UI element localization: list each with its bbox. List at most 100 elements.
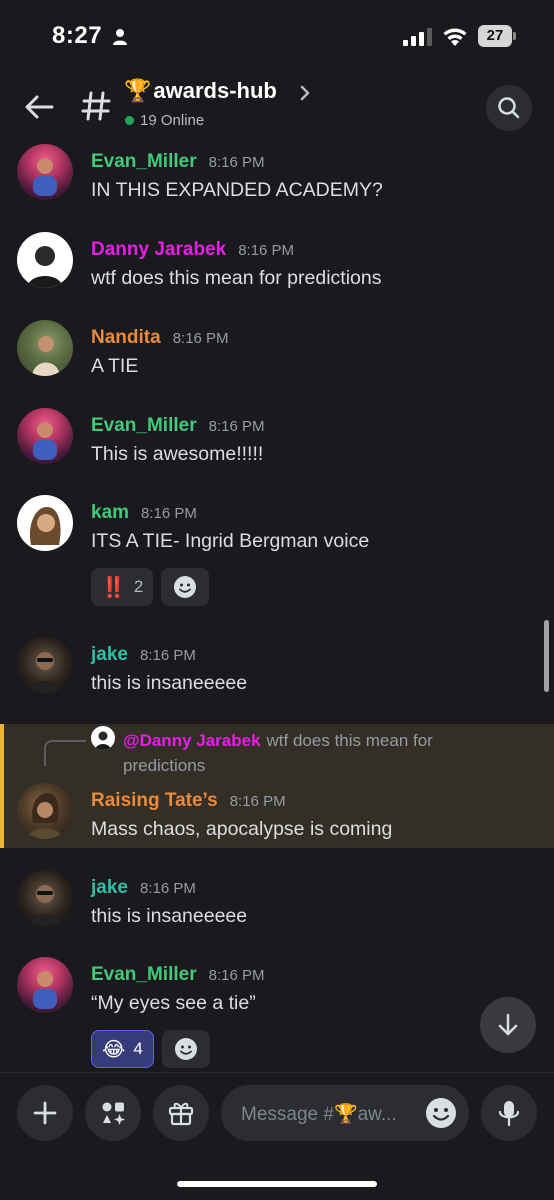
battery-indicator: 27 <box>478 25 516 47</box>
message-text: A TIE <box>91 355 139 377</box>
timestamp: 8:16 PM <box>208 154 265 171</box>
avatar[interactable] <box>17 870 73 926</box>
author-name[interactable]: Raising Tate’s <box>91 790 218 812</box>
reply-preview[interactable]: @Danny Jarabek wtf does this mean for pre… <box>123 728 483 778</box>
author-name[interactable]: Evan_Miller <box>91 964 197 986</box>
discord-chat-screen: 8:27 27 🏆 awards-hub 19 Online Evan_Mill… <box>0 0 554 1200</box>
gift-icon <box>168 1102 194 1126</box>
back-arrow-icon[interactable] <box>22 90 56 124</box>
add-attachment-button[interactable] <box>17 1085 73 1141</box>
author-name[interactable]: Evan_Miller <box>91 151 197 173</box>
trophy-emoji: 🏆 <box>124 78 152 103</box>
reaction-count: 2 <box>133 577 144 596</box>
online-count-label: 19 Online <box>140 112 205 129</box>
reply-message[interactable]: @Danny Jarabek wtf does this mean for pre… <box>0 724 554 848</box>
message-text: “My eyes see a tie” <box>91 992 256 1014</box>
add-reaction-icon <box>174 576 197 598</box>
message-meta: Danny Jarabek 8:16 PM <box>91 239 294 261</box>
message-text: Mass chaos, apocalypse is coming <box>91 818 393 840</box>
avatar-image <box>27 246 63 288</box>
avatar[interactable] <box>17 320 73 376</box>
message-text: This is awesome!!!!! <box>91 443 264 465</box>
battery-level: 27 <box>478 25 512 47</box>
author-name[interactable]: Danny Jarabek <box>91 239 226 261</box>
wifi-icon <box>443 28 467 46</box>
avatar[interactable] <box>17 144 73 200</box>
avatar-image <box>32 336 60 376</box>
timestamp: 8:16 PM <box>229 793 286 810</box>
avatar[interactable] <box>17 783 73 839</box>
avatar[interactable] <box>17 408 73 464</box>
search-button[interactable] <box>486 85 532 131</box>
arrow-down-icon <box>498 1013 518 1036</box>
status-bar: 8:27 27 <box>0 0 554 72</box>
add-reaction-icon <box>174 1038 197 1060</box>
message-meta: Evan_Miller 8:16 PM <box>91 151 264 173</box>
reply-connector <box>44 740 86 766</box>
avatar-image <box>33 422 57 460</box>
timestamp: 8:16 PM <box>238 242 295 259</box>
channel-title[interactable]: 🏆 awards-hub <box>124 78 277 104</box>
avatar[interactable] <box>17 637 73 693</box>
home-indicator[interactable] <box>177 1181 377 1187</box>
reaction-bar: ‼️ 2 <box>91 568 210 606</box>
cellular-signal-icon <box>403 28 432 46</box>
reaction-count: 4 <box>133 1039 143 1058</box>
timestamp: 8:16 PM <box>139 647 196 664</box>
reply-mention[interactable]: @Danny Jarabek <box>123 731 261 750</box>
online-status-dot <box>125 116 134 125</box>
reply-avatar[interactable] <box>91 726 115 750</box>
message-meta: Raising Tate’s 8:16 PM <box>91 790 286 812</box>
channel-header: 🏆 awards-hub 19 Online <box>0 72 554 142</box>
avatar-image <box>29 507 61 545</box>
hash-icon <box>81 91 111 121</box>
message-meta: Evan_Miller 8:16 PM <box>91 964 264 986</box>
message-text: ITS A TIE- Ingrid Bergman voice <box>91 530 370 552</box>
message-text: wtf does this mean for predictions <box>91 267 382 289</box>
gift-button[interactable] <box>153 1085 209 1141</box>
status-time: 8:27 <box>52 22 103 49</box>
jump-to-present-button[interactable] <box>480 997 536 1053</box>
add-reaction-button[interactable] <box>161 568 210 606</box>
message-list[interactable]: Evan_Miller 8:16 PM IN THIS EXPANDED ACA… <box>0 142 554 1072</box>
apps-button[interactable] <box>85 1085 141 1141</box>
timestamp: 8:16 PM <box>139 880 196 897</box>
avatar-image <box>33 158 57 196</box>
online-count: 19 Online <box>125 112 204 129</box>
author-name[interactable]: kam <box>91 502 129 524</box>
timestamp: 8:16 PM <box>208 418 265 435</box>
timestamp: 8:16 PM <box>141 505 197 522</box>
message-meta: Nandita 8:16 PM <box>91 327 229 349</box>
laughing-emoji: 😂 <box>102 1038 126 1061</box>
scrollbar[interactable] <box>544 620 549 692</box>
reaction-double-exclamation[interactable]: ‼️ 2 <box>91 568 154 606</box>
avatar-image <box>29 885 61 926</box>
author-name[interactable]: jake <box>91 877 128 899</box>
message-composer: Message #🏆aw... <box>0 1072 554 1200</box>
timestamp: 8:16 PM <box>172 330 229 347</box>
message-meta: jake 8:16 PM <box>91 877 196 899</box>
reaction-bar: 😂 4 <box>91 1030 210 1068</box>
person-icon <box>113 29 127 45</box>
add-reaction-button[interactable] <box>161 1030 210 1068</box>
voice-message-button[interactable] <box>481 1085 537 1141</box>
avatar[interactable] <box>17 495 73 551</box>
message-input[interactable]: Message #🏆aw... <box>221 1085 469 1141</box>
reaction-laughing[interactable]: 😂 4 <box>91 1030 154 1068</box>
avatar-image <box>95 731 111 750</box>
plus-icon <box>33 1101 57 1125</box>
author-name[interactable]: Evan_Miller <box>91 415 197 437</box>
avatar[interactable] <box>17 957 73 1013</box>
avatar-image <box>29 652 61 693</box>
author-name[interactable]: jake <box>91 644 128 666</box>
avatar-image <box>33 971 57 1009</box>
emoji-icon[interactable] <box>425 1097 457 1129</box>
microphone-icon <box>498 1101 520 1127</box>
message-placeholder: Message #🏆aw... <box>241 1104 397 1125</box>
message-text: this is insaneeeee <box>91 905 248 927</box>
avatar[interactable] <box>17 232 73 288</box>
author-name[interactable]: Nandita <box>91 327 161 349</box>
message-meta: jake 8:16 PM <box>91 644 196 666</box>
chevron-right-icon[interactable] <box>298 84 312 102</box>
battery-tip <box>513 32 516 40</box>
